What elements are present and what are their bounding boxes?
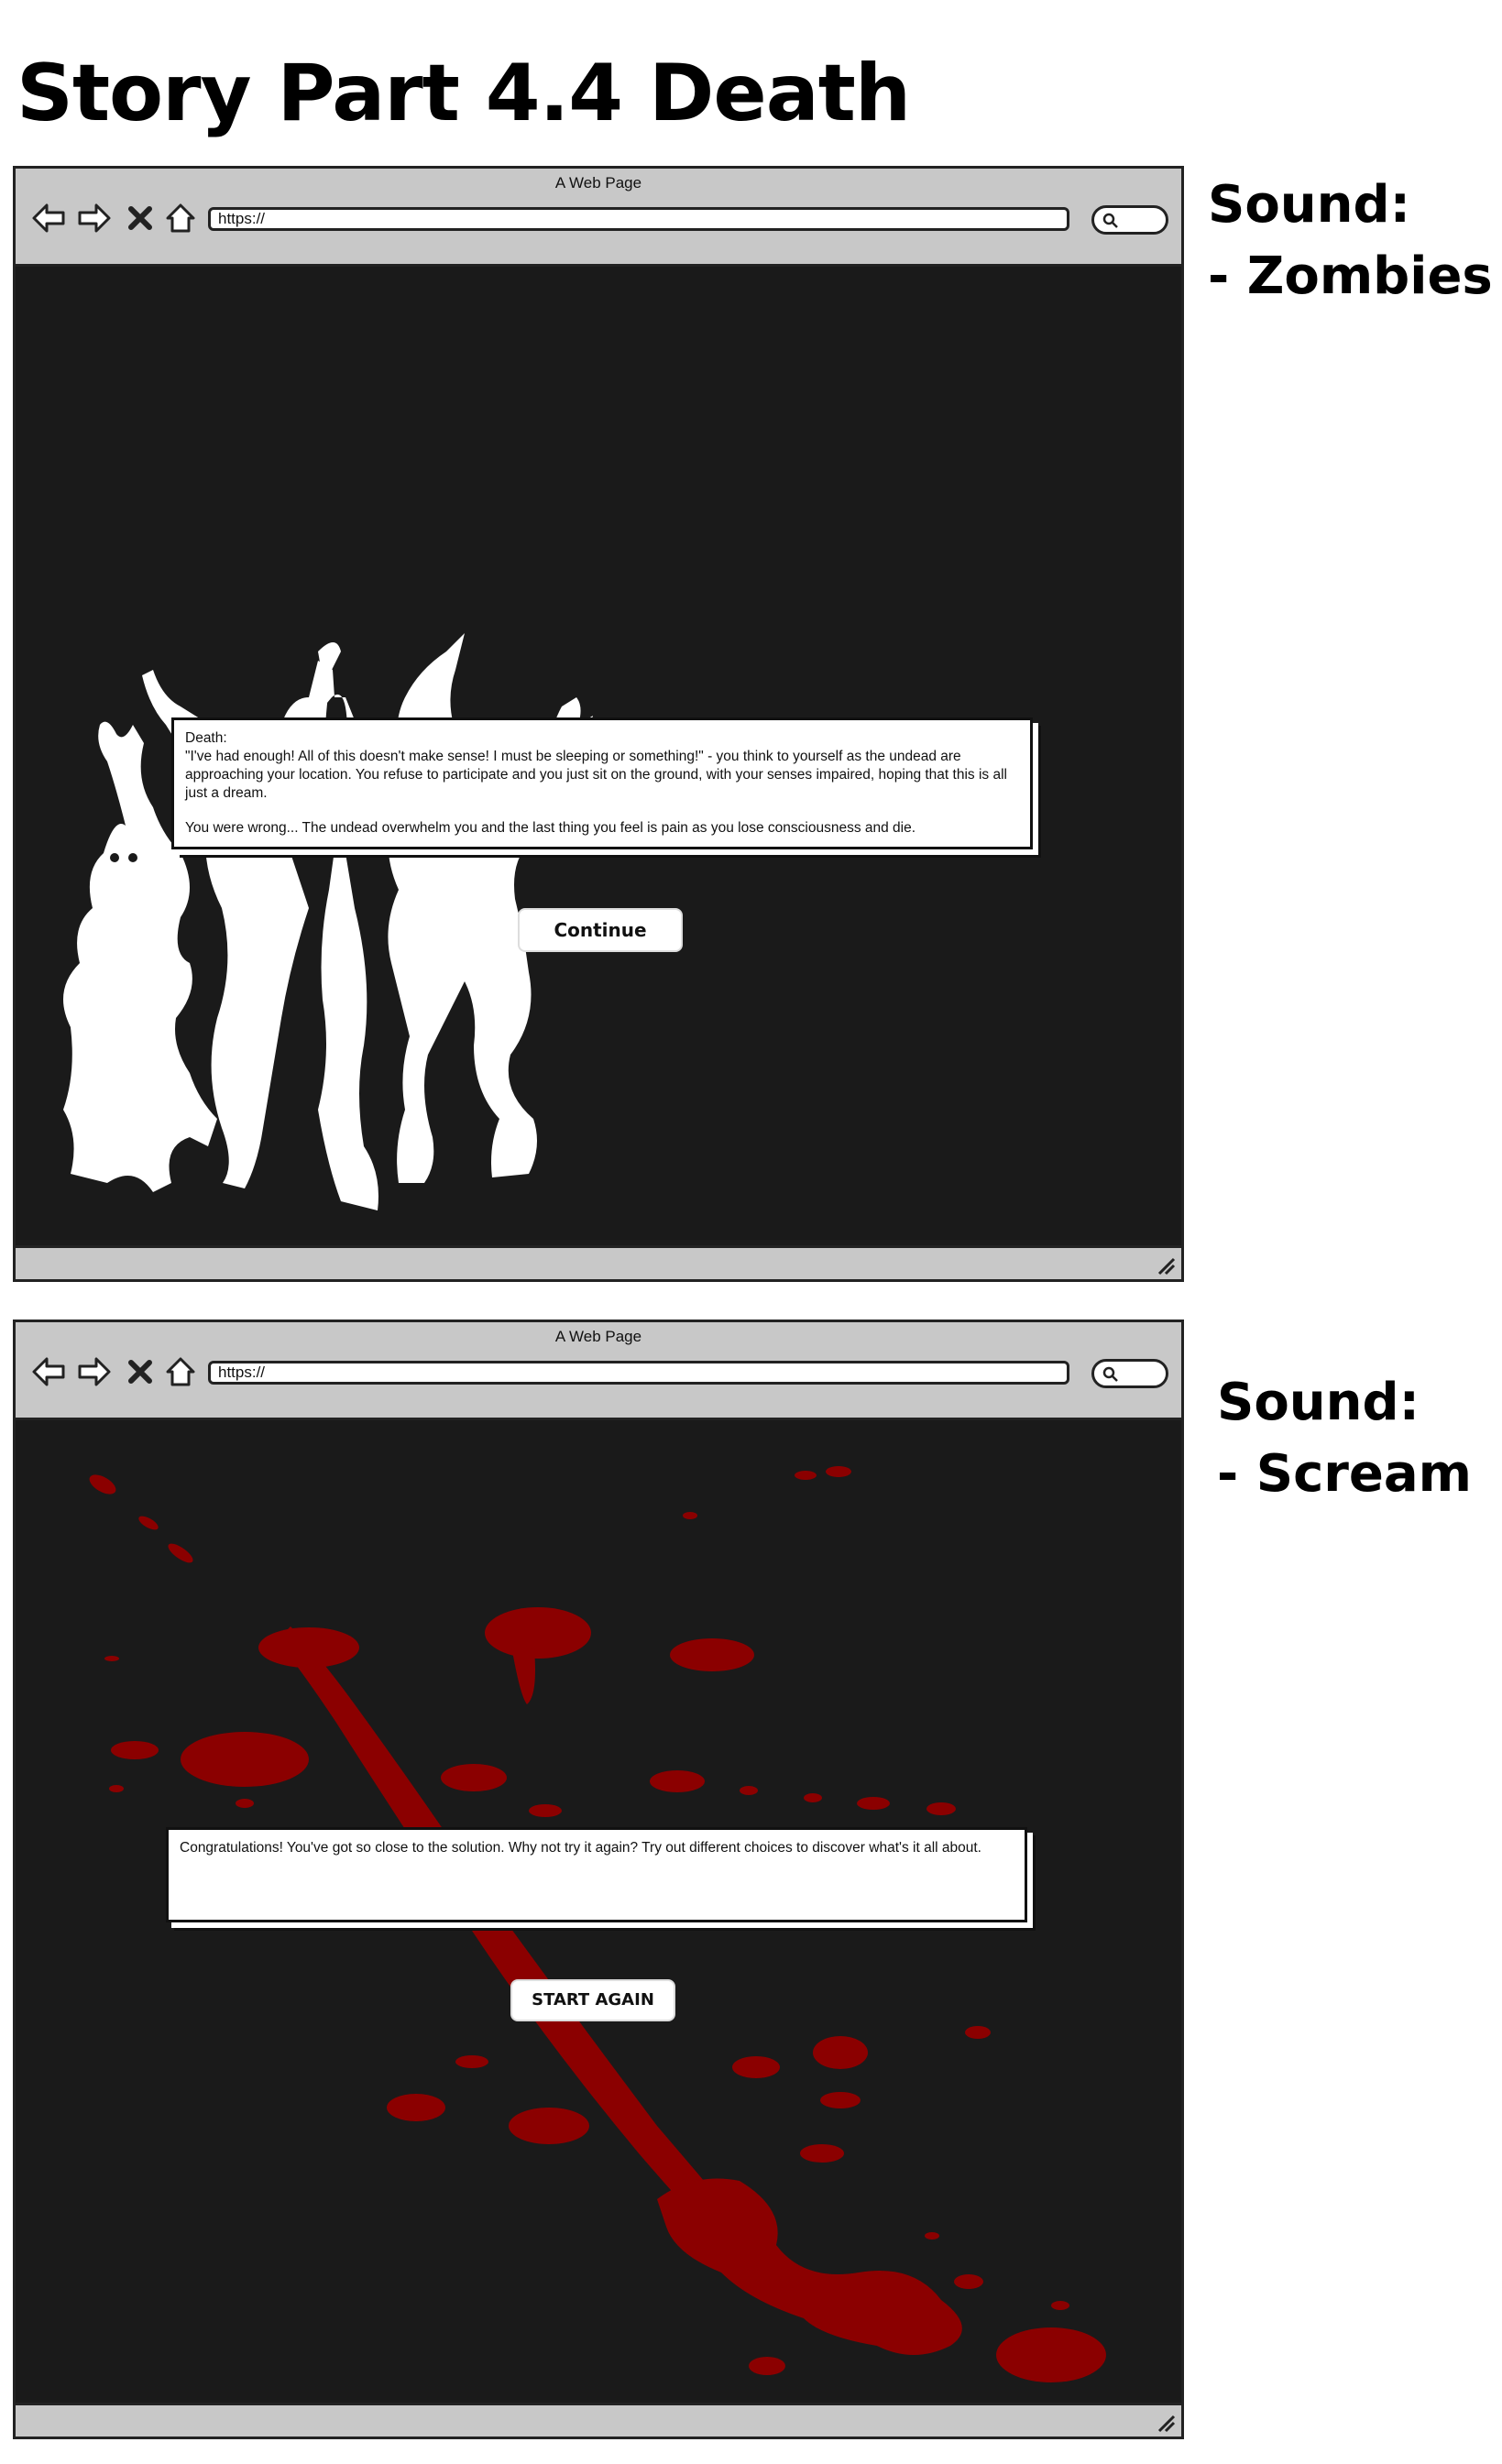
close-icon[interactable] bbox=[122, 1353, 159, 1390]
status-bar bbox=[16, 1245, 1181, 1279]
browser-window-game-over: A Web Page https:// Congratulations! You… bbox=[13, 1320, 1184, 2439]
sound-heading: Sound: bbox=[1208, 175, 1411, 235]
death-dialog: Death: "I've had enough! All of this doe… bbox=[171, 717, 1033, 849]
close-icon[interactable] bbox=[122, 200, 159, 236]
browser-window-death: A Web Page https:// Death: "I've had eno… bbox=[13, 166, 1184, 1282]
search-field[interactable] bbox=[1091, 205, 1168, 235]
sound-note-zombies: Sound: - Zombies bbox=[1208, 170, 1493, 312]
dialog-text: Congratulations! You've got so close to … bbox=[180, 1840, 981, 1856]
forward-arrow-icon[interactable] bbox=[76, 1353, 113, 1390]
search-icon bbox=[1102, 213, 1118, 228]
browser-chrome: A Web Page https:// bbox=[16, 1322, 1181, 1420]
continue-button[interactable]: Continue bbox=[518, 908, 683, 952]
page-viewport: Congratulations! You've got so close to … bbox=[16, 1420, 1181, 2405]
forward-arrow-icon[interactable] bbox=[76, 200, 113, 236]
resize-grip-icon[interactable] bbox=[1156, 2413, 1176, 2433]
search-icon bbox=[1102, 1366, 1118, 1382]
status-bar bbox=[16, 2403, 1181, 2437]
retry-dialog: Congratulations! You've got so close to … bbox=[166, 1827, 1027, 1922]
dialog-heading: Death: bbox=[185, 730, 227, 746]
home-icon[interactable] bbox=[162, 1353, 199, 1390]
window-title: A Web Page bbox=[554, 174, 642, 192]
sound-note-scream: Sound: - Scream bbox=[1217, 1367, 1472, 1510]
resize-grip-icon[interactable] bbox=[1156, 1255, 1176, 1276]
url-bar[interactable]: https:// bbox=[208, 207, 1069, 231]
url-bar[interactable]: https:// bbox=[208, 1361, 1069, 1385]
browser-chrome: A Web Page https:// bbox=[16, 169, 1181, 267]
sound-heading: Sound: bbox=[1217, 1373, 1420, 1432]
back-arrow-icon[interactable] bbox=[30, 1353, 67, 1390]
dialog-paragraph-1: "I've had enough! All of this doesn't ma… bbox=[185, 749, 1012, 801]
dialog-paragraph-2: You were wrong... The undead overwhelm y… bbox=[185, 820, 916, 836]
back-arrow-icon[interactable] bbox=[30, 200, 67, 236]
page-viewport: Death: "I've had enough! All of this doe… bbox=[16, 267, 1181, 1248]
window-title: A Web Page bbox=[554, 1328, 642, 1345]
sound-item: - Zombies bbox=[1208, 246, 1493, 306]
search-field[interactable] bbox=[1091, 1359, 1168, 1388]
page-title: Story Part 4.4 Death bbox=[16, 48, 911, 139]
start-again-button[interactable]: START AGAIN bbox=[510, 1979, 675, 2021]
sound-item: - Scream bbox=[1217, 1444, 1473, 1504]
home-icon[interactable] bbox=[162, 200, 199, 236]
